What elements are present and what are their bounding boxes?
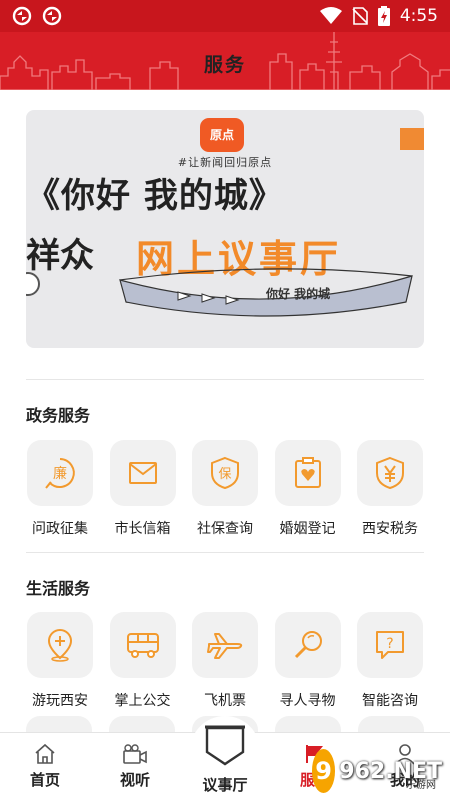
service-label: 西安税务 (362, 521, 418, 537)
svg-text:?: ? (386, 636, 393, 652)
lian-badge-icon: 廉 (27, 440, 93, 506)
svg-text:廉: 廉 (53, 465, 67, 482)
page-header: 服务 (0, 32, 450, 90)
nav-home[interactable]: 首页 (0, 733, 90, 800)
service-travel[interactable]: 游玩西安 (26, 612, 94, 710)
yen-shield-icon (357, 440, 423, 506)
airplane-icon (192, 612, 258, 678)
service-tax[interactable]: 西安税务 (356, 440, 424, 538)
service-label: 寻人寻物 (279, 693, 336, 709)
nav-video[interactable]: 视听 (90, 733, 180, 800)
brand-logo: 原点 (200, 118, 244, 152)
app-screen: 4:55 服务 原点 #让新闻回归原点 《你好 我的城》 祥众 网上议事厅 你好… (0, 0, 450, 800)
service-label: 智能咨询 (362, 693, 418, 709)
service-label: 社保查询 (197, 521, 253, 537)
video-camera-icon (123, 744, 147, 764)
mail-icon (109, 440, 176, 506)
banner-left-text: 祥众 (26, 236, 94, 276)
divider (26, 379, 424, 380)
site-watermark: 9 962.NET 乐游网 (312, 748, 442, 794)
nav-label: 首页 (29, 771, 60, 789)
svg-text:保: 保 (218, 467, 231, 482)
divider (26, 552, 424, 553)
magnifier-icon (274, 612, 341, 678)
service-flight[interactable]: 飞机票 (191, 612, 259, 710)
home-icon (35, 743, 55, 764)
promo-banner[interactable]: 原点 #让新闻回归原点 《你好 我的城》 祥众 网上议事厅 你好 我的城 (26, 110, 424, 348)
clock: 4:55 (399, 6, 438, 26)
banner-decoration (400, 128, 424, 150)
government-services-row: 廉 问政征集 市长信箱 保 社保查询 婚姻登记 西安税务 (26, 440, 424, 538)
section-title-life: 生活服务 (26, 579, 91, 598)
service-label: 问政征集 (32, 521, 88, 537)
location-plus-icon (27, 612, 93, 678)
service-label: 市长信箱 (114, 521, 171, 537)
nav-label: 议事厅 (202, 776, 248, 794)
service-lost-found[interactable]: 寻人寻物 (274, 612, 342, 710)
bus-icon (109, 612, 176, 678)
banner-subtitle: 你好 我的城 (266, 287, 331, 301)
nav-label: 视听 (119, 771, 150, 789)
banner-headline: 《你好 我的城》 (26, 176, 284, 216)
service-social-security[interactable]: 保 社保查询 (191, 440, 259, 538)
watermark-badge: 9 (312, 749, 336, 793)
sync-icon (12, 6, 32, 26)
nav-council[interactable]: 议事厅 (190, 716, 260, 800)
watermark-subtext: 乐游网 (406, 780, 436, 791)
service-label: 婚姻登记 (279, 521, 336, 537)
service-mayor-mailbox[interactable]: 市长信箱 (109, 440, 177, 538)
service-wenzheng[interactable]: 廉 问政征集 (26, 440, 94, 538)
wifi-icon (319, 7, 342, 24)
banner-flag-icon (205, 725, 245, 766)
status-bar: 4:55 (0, 0, 450, 32)
service-label: 游玩西安 (32, 693, 88, 709)
page-title: 服务 (203, 54, 246, 76)
question-bubble-icon: ? (357, 612, 423, 678)
heart-certificate-icon (274, 440, 341, 506)
service-marriage[interactable]: 婚姻登记 (274, 440, 342, 538)
service-bus[interactable]: 掌上公交 (109, 612, 177, 710)
shield-bao-icon: 保 (192, 440, 258, 506)
life-services-row: 游玩西安 掌上公交 飞机票 寻人寻物 ? 智能咨询 (26, 612, 424, 710)
service-label: 飞机票 (204, 693, 246, 709)
battery-charging-icon (377, 6, 390, 26)
service-smart-consult[interactable]: ? 智能咨询 (356, 612, 424, 710)
sync-icon (42, 6, 62, 26)
section-title-government: 政务服务 (26, 406, 91, 425)
no-sim-icon (352, 7, 368, 25)
service-label: 掌上公交 (114, 693, 171, 709)
